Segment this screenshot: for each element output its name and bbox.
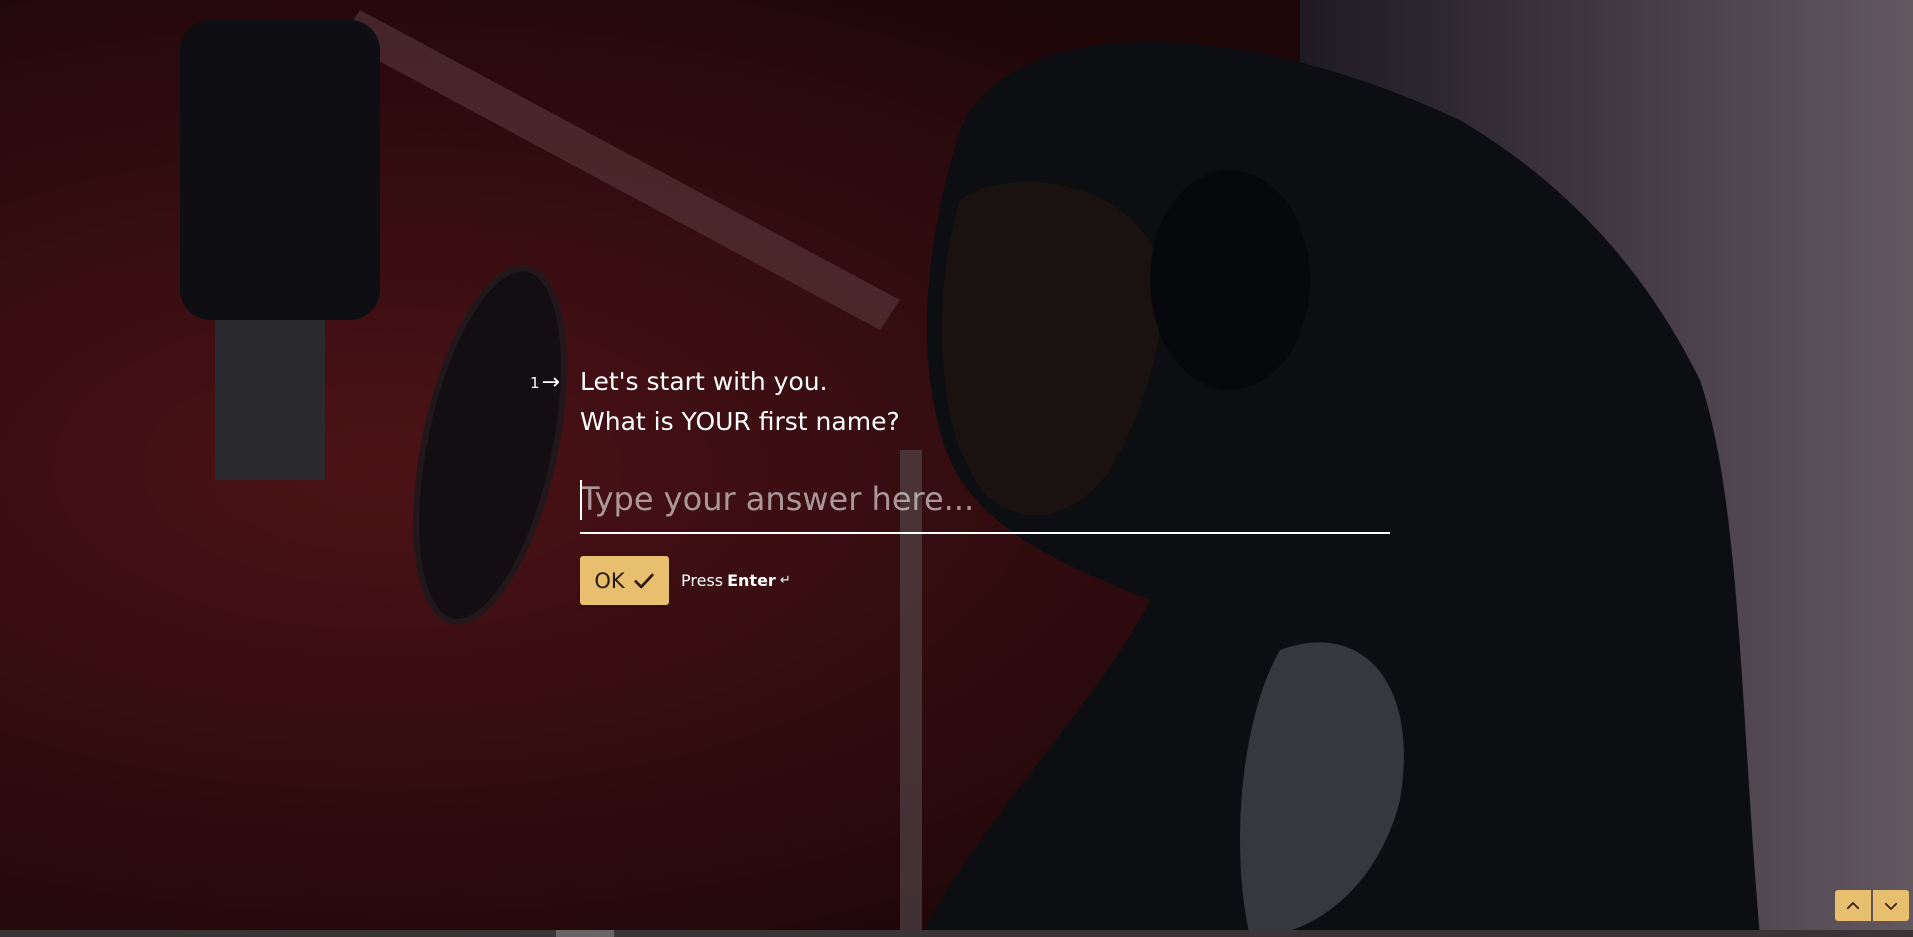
scrollbar-thumb[interactable]: [556, 930, 614, 937]
answer-input[interactable]: [580, 474, 1390, 524]
enter-return-icon: ↵: [779, 573, 791, 588]
chevron-down-icon: [1884, 902, 1898, 910]
question-navigation: [1835, 890, 1909, 921]
question-block: 1 → Let's start with you. What is YOUR f…: [530, 362, 1400, 605]
actions-row: OK Press Enter ↵: [580, 556, 1400, 605]
previous-question-button[interactable]: [1835, 890, 1871, 921]
next-question-button[interactable]: [1873, 890, 1909, 921]
question-number: 1 →: [530, 372, 560, 394]
arrow-right-icon: →: [541, 370, 560, 395]
check-icon: [634, 573, 654, 588]
question-title-line2: What is YOUR first name?: [580, 407, 900, 436]
press-label: Press: [681, 571, 724, 590]
question-title: Let's start with you. What is YOUR first…: [580, 362, 1400, 442]
horizontal-scrollbar[interactable]: [0, 930, 1913, 937]
question-title-line1: Let's start with you.: [580, 367, 828, 396]
answer-field[interactable]: [580, 474, 1390, 534]
ok-button[interactable]: OK: [580, 556, 669, 605]
ok-button-label: OK: [594, 568, 625, 593]
enter-key-label: Enter: [727, 571, 776, 590]
chevron-up-icon: [1846, 901, 1860, 909]
text-caret: [580, 480, 582, 520]
form-screen: 1 → Let's start with you. What is YOUR f…: [0, 0, 1913, 937]
press-enter-hint: Press Enter ↵: [681, 571, 791, 590]
question-number-label: 1: [530, 374, 540, 392]
